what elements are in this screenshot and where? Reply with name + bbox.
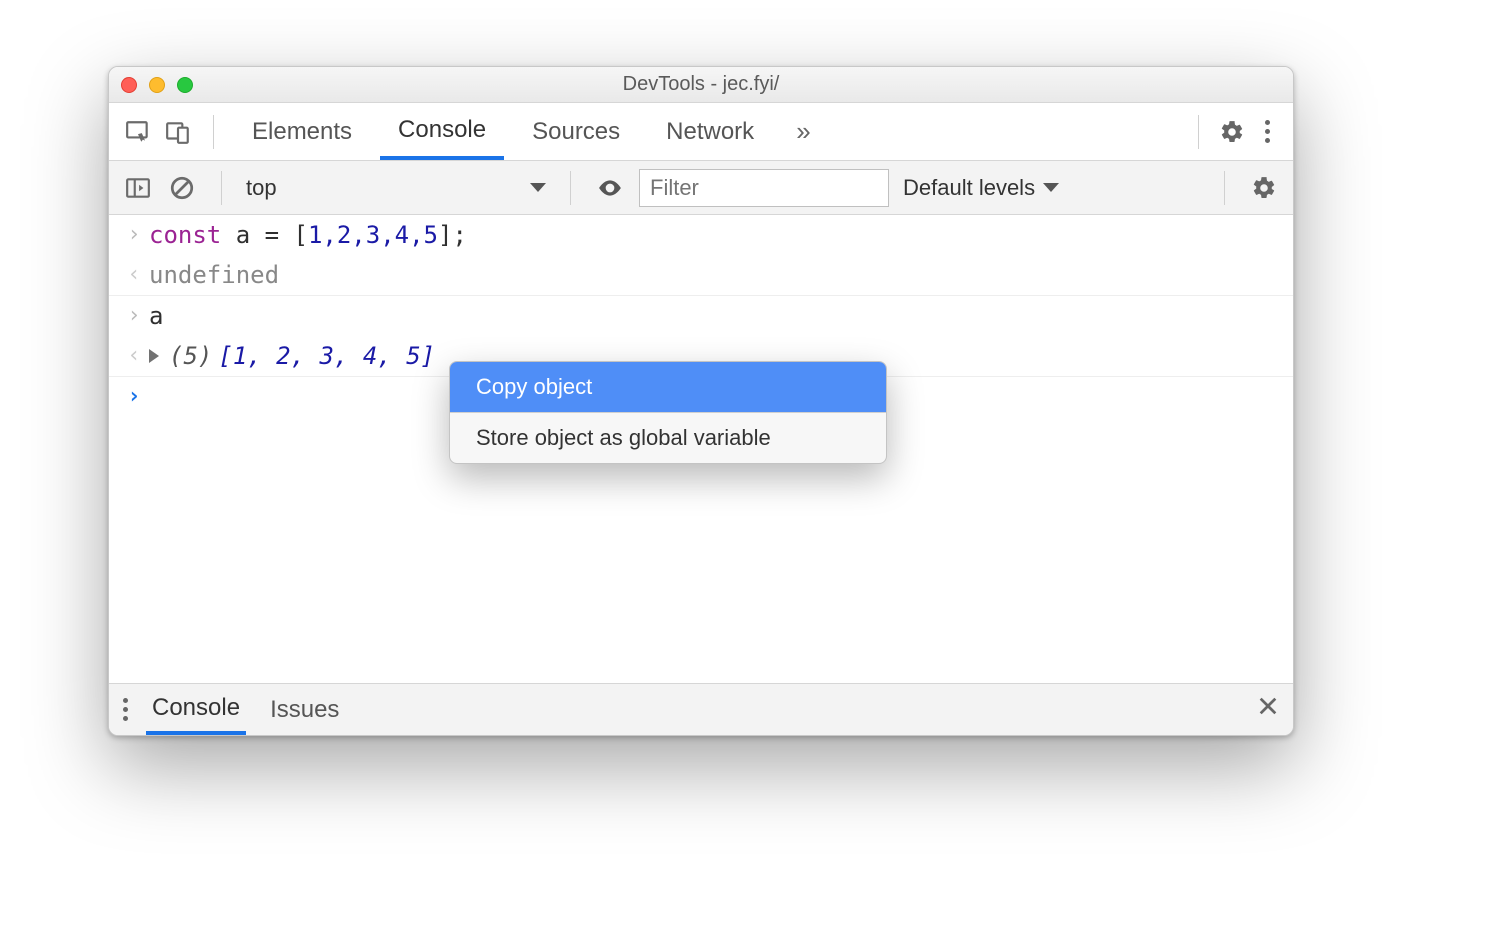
prompt-chevron-icon: › bbox=[119, 383, 149, 411]
console-toolbar: top Default levels bbox=[109, 161, 1293, 215]
more-menu-button[interactable] bbox=[1255, 120, 1279, 143]
sidebar-toggle-icon[interactable] bbox=[123, 173, 153, 203]
divider bbox=[213, 115, 214, 149]
maximize-window-button[interactable] bbox=[177, 77, 193, 93]
log-levels-label: Default levels bbox=[903, 175, 1035, 201]
caret-down-icon bbox=[1043, 183, 1059, 192]
device-toggle-icon[interactable] bbox=[163, 117, 193, 147]
console-body[interactable]: › const a = [1,2,3,4,5]; ‹ undefined › a… bbox=[109, 215, 1293, 683]
main-tabs: Elements Console Sources Network » bbox=[109, 103, 1293, 161]
console-settings-icon[interactable] bbox=[1249, 173, 1279, 203]
close-window-button[interactable] bbox=[121, 77, 137, 93]
context-menu: Copy object Store object as global varia… bbox=[449, 361, 887, 464]
window-controls bbox=[121, 77, 193, 93]
input-chevron-icon: › bbox=[119, 221, 149, 249]
tab-sources[interactable]: Sources bbox=[514, 103, 638, 160]
expand-triangle-icon[interactable] bbox=[149, 349, 159, 363]
drawer-tab-console[interactable]: Console bbox=[146, 684, 246, 735]
console-output-text: undefined bbox=[149, 261, 279, 289]
drawer-tab-issues[interactable]: Issues bbox=[264, 684, 345, 735]
divider bbox=[1224, 171, 1225, 205]
context-menu-store-global[interactable]: Store object as global variable bbox=[450, 413, 886, 463]
window-title: DevTools - jec.fyi/ bbox=[109, 73, 1293, 96]
array-length: (5) bbox=[169, 342, 212, 370]
drawer-close-button[interactable] bbox=[1257, 695, 1279, 724]
caret-down-icon bbox=[530, 183, 546, 192]
log-levels-selector[interactable]: Default levels bbox=[903, 175, 1059, 201]
input-chevron-icon: › bbox=[119, 302, 149, 330]
tab-console[interactable]: Console bbox=[380, 103, 504, 160]
console-input-text: const a = [1,2,3,4,5]; bbox=[149, 221, 467, 249]
array-output[interactable]: (5) [1, 2, 3, 4, 5] bbox=[149, 342, 435, 370]
divider bbox=[570, 171, 571, 205]
settings-icon[interactable] bbox=[1217, 117, 1247, 147]
drawer-menu-button[interactable] bbox=[123, 698, 128, 721]
minimize-window-button[interactable] bbox=[149, 77, 165, 93]
live-expression-icon[interactable] bbox=[595, 173, 625, 203]
tab-elements[interactable]: Elements bbox=[234, 103, 370, 160]
clear-console-icon[interactable] bbox=[167, 173, 197, 203]
console-input-row: › a bbox=[109, 295, 1293, 336]
context-selector[interactable]: top bbox=[246, 175, 546, 201]
inspect-element-icon[interactable] bbox=[123, 117, 153, 147]
titlebar: DevTools - jec.fyi/ bbox=[109, 67, 1293, 103]
divider bbox=[1198, 115, 1199, 149]
output-chevron-icon: ‹ bbox=[119, 342, 149, 370]
console-output-row: ‹ undefined bbox=[109, 255, 1293, 295]
console-input-row: › const a = [1,2,3,4,5]; bbox=[109, 215, 1293, 255]
divider bbox=[221, 171, 222, 205]
devtools-window: DevTools - jec.fyi/ Elements Console Sou… bbox=[108, 66, 1294, 736]
drawer-tabs: Console Issues bbox=[109, 683, 1293, 735]
context-label: top bbox=[246, 175, 520, 201]
console-input-text: a bbox=[149, 302, 163, 330]
filter-input[interactable] bbox=[639, 169, 889, 207]
tab-network[interactable]: Network bbox=[648, 103, 772, 160]
context-menu-copy-object[interactable]: Copy object bbox=[450, 362, 886, 412]
more-tabs-button[interactable]: » bbox=[782, 116, 824, 147]
output-chevron-icon: ‹ bbox=[119, 261, 149, 289]
